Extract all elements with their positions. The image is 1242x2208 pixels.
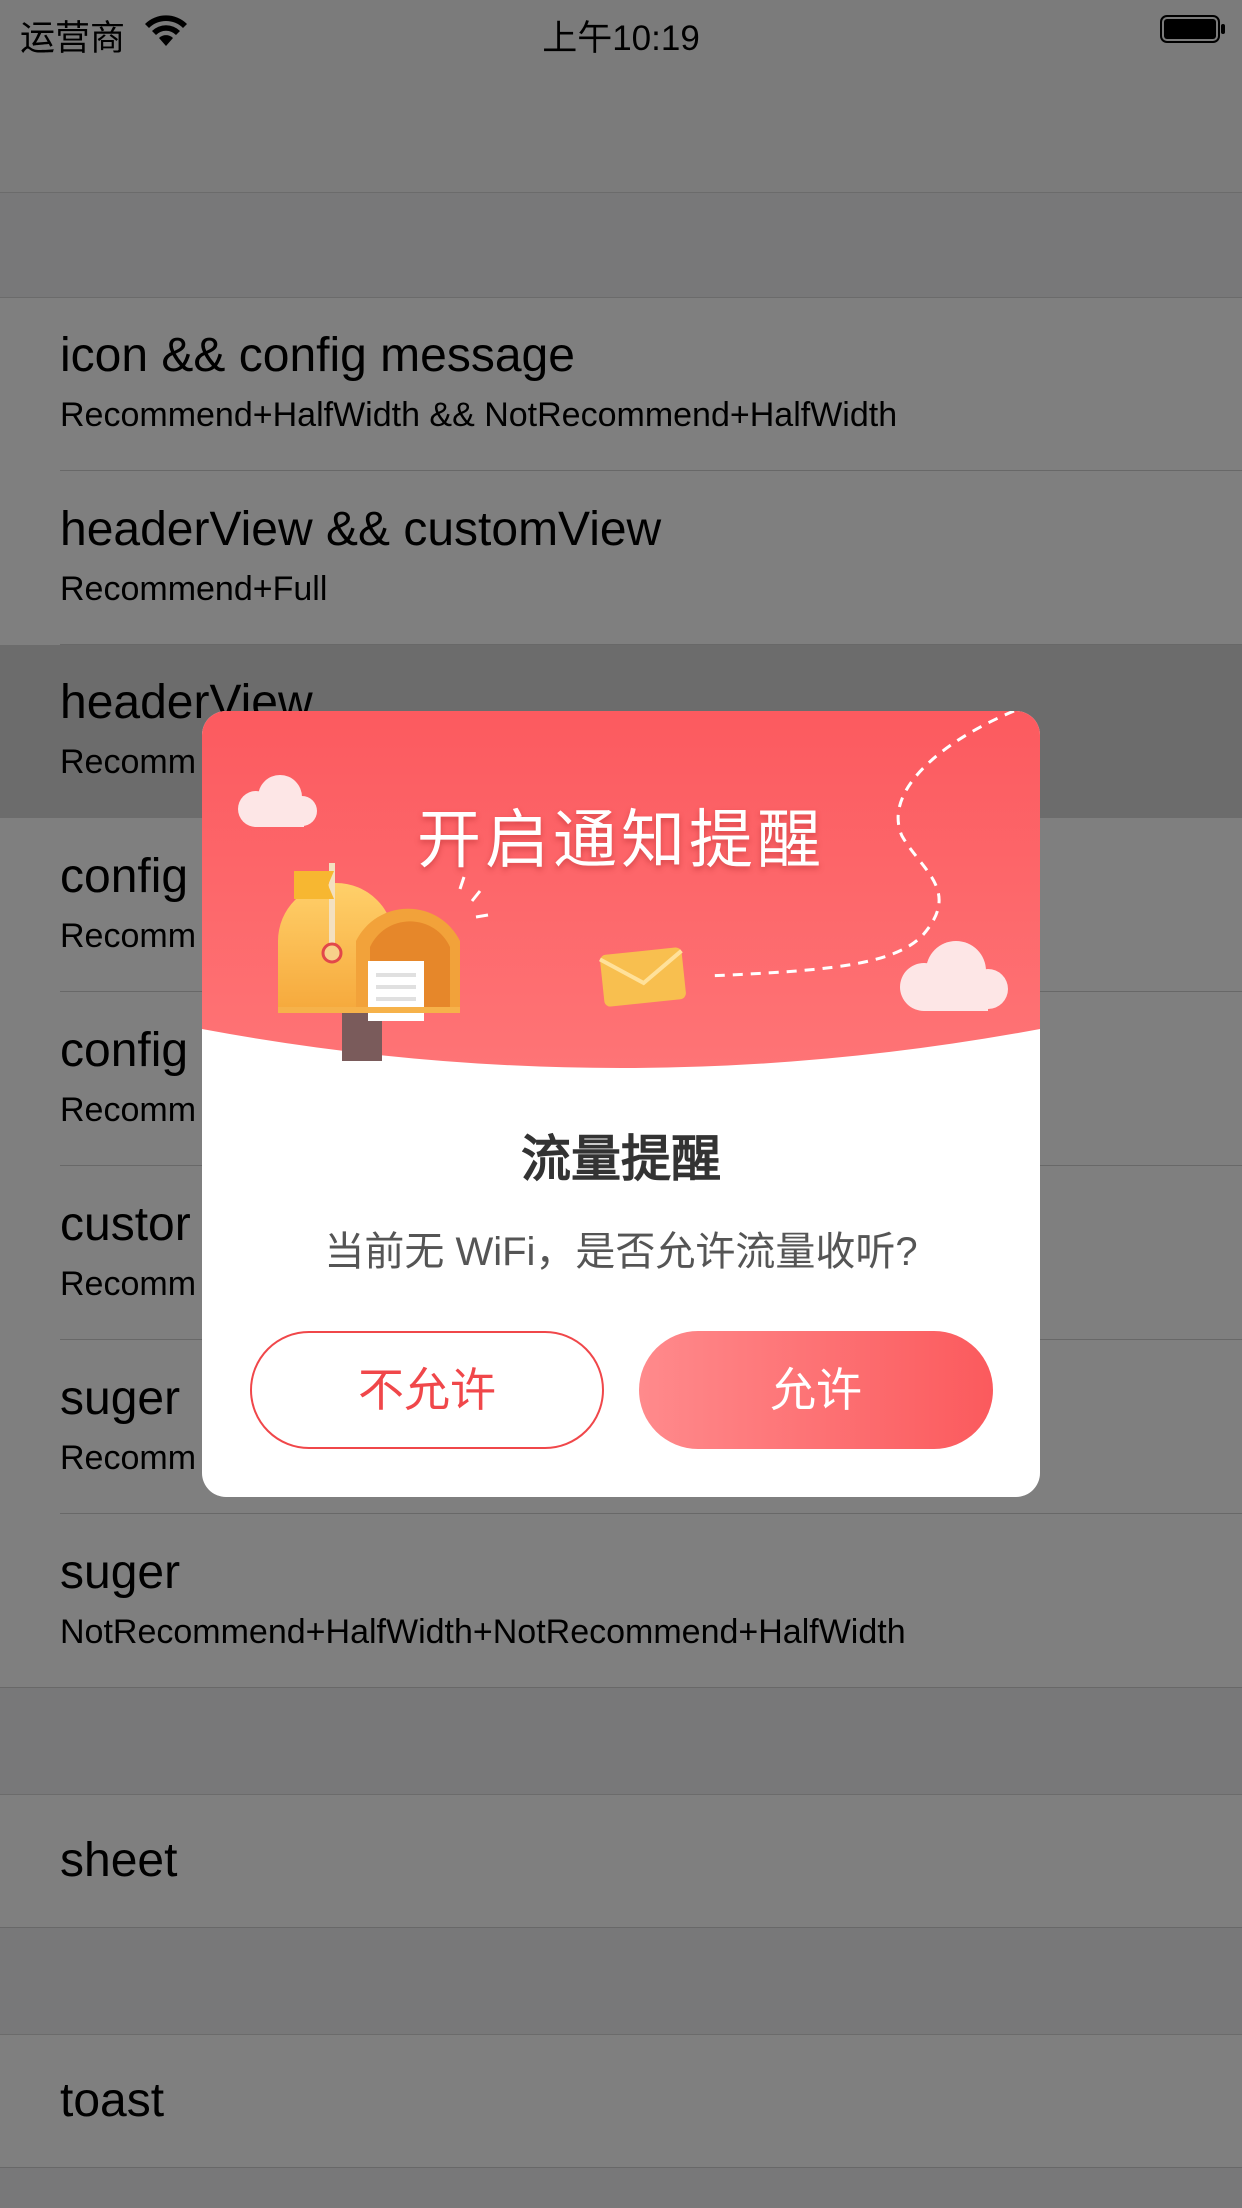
dialog-title: 流量提醒	[521, 1131, 721, 1187]
deny-button[interactable]: 不允许	[250, 1331, 604, 1449]
allow-button[interactable]: 允许	[639, 1331, 993, 1449]
notification-dialog: 开启通知提醒 流量提醒 当前无 WiFi，是否允许流量收听? 不允许 允许	[202, 711, 1040, 1497]
envelope-icon	[598, 947, 686, 1007]
cloud-icon	[900, 941, 1008, 1011]
dialog-header-title: 开启通知提醒	[417, 804, 825, 876]
dialog-header-banner: 开启通知提醒	[202, 711, 1040, 1071]
dialog-message: 当前无 WiFi，是否允许流量收听?	[324, 1230, 918, 1274]
